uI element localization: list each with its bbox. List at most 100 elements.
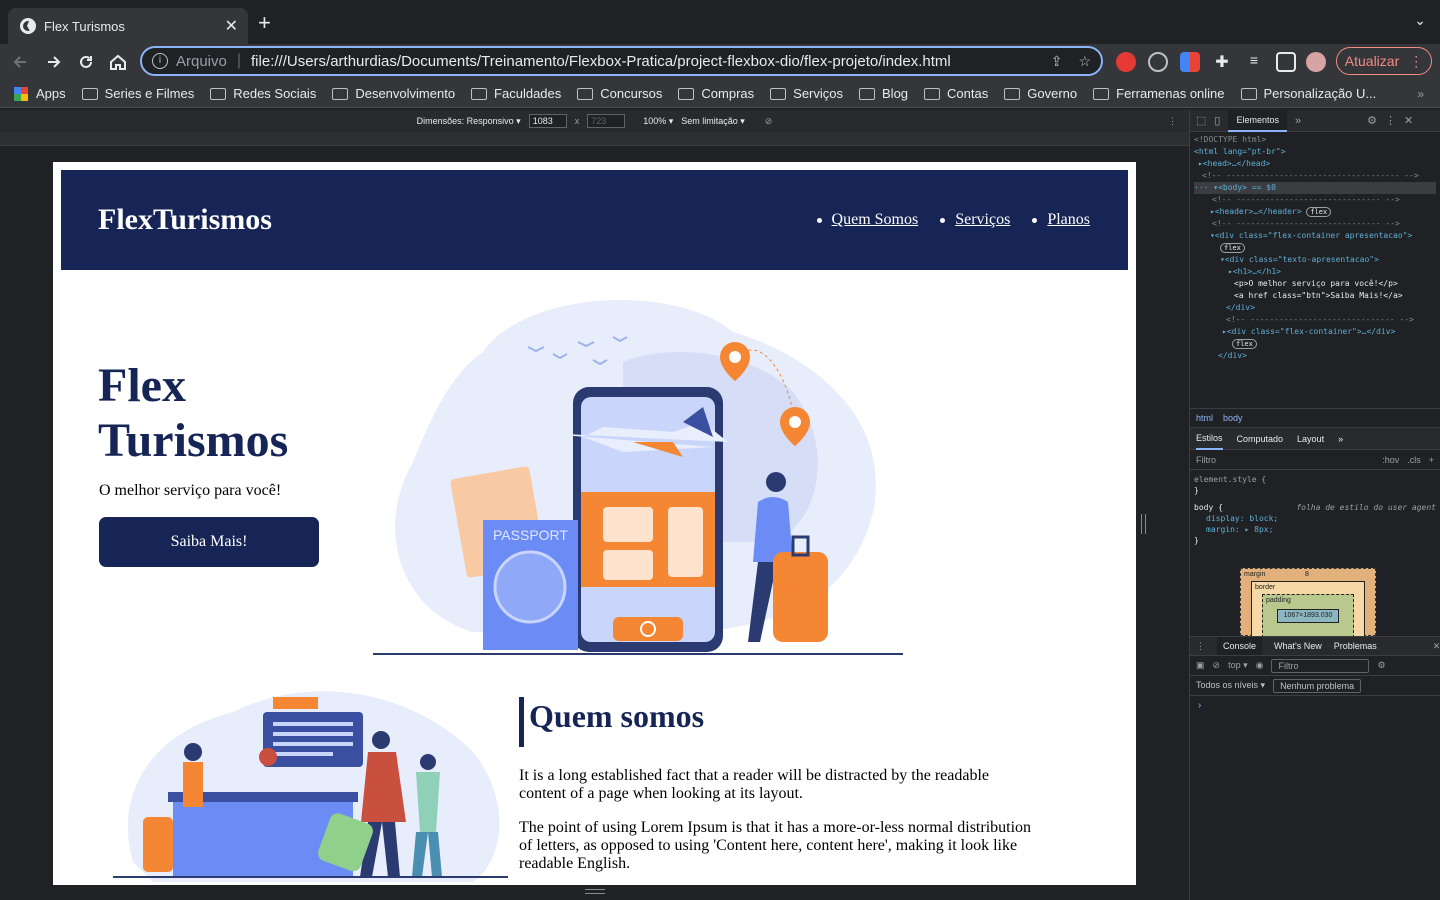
reading-list-icon[interactable]: ≡ <box>1244 52 1264 72</box>
issues-button[interactable]: Nenhum problema <box>1273 678 1362 693</box>
dom-node[interactable]: <!-- -----------------------------------… <box>1194 170 1436 182</box>
info-icon[interactable]: i <box>152 53 168 69</box>
nav-link-planos[interactable]: Planos <box>1047 211 1090 229</box>
site-logo[interactable]: FlexTurismos <box>98 203 272 237</box>
crumb-body[interactable]: body <box>1223 413 1243 423</box>
nav-link-servicos[interactable]: Serviços <box>955 211 1010 229</box>
dom-node[interactable]: </div> <box>1194 350 1436 362</box>
style-property[interactable]: display: block; <box>1194 513 1436 524</box>
bookmark-folder[interactable]: Compras <box>678 86 754 101</box>
url-text[interactable]: file:///Users/arthurdias/Documents/Trein… <box>251 53 1035 70</box>
bookmark-folder[interactable]: Ferramenas online <box>1093 86 1225 101</box>
avatar[interactable] <box>1306 52 1326 72</box>
console-filter-input[interactable]: Filtro <box>1271 658 1370 673</box>
extension-gear-icon[interactable] <box>1148 52 1168 72</box>
media-query-ruler[interactable] <box>0 132 1189 146</box>
box-border[interactable]: border padding 1067×1893.030 <box>1251 581 1365 638</box>
zoom-select[interactable]: 100% ▾ <box>643 116 673 127</box>
viewport-resize-handle-right[interactable] <box>1141 514 1146 534</box>
crumb-html[interactable]: html <box>1196 413 1213 423</box>
inspect-icon[interactable]: ⬚ <box>1196 114 1206 127</box>
console-prompt[interactable]: › <box>1198 700 1201 711</box>
dom-node[interactable]: ▸<h1>…</h1> <box>1194 266 1436 278</box>
eye-icon[interactable]: ◉ <box>1256 660 1264 671</box>
bookmark-folder[interactable]: Faculdades <box>471 86 561 101</box>
viewport-resize-handle-bottom[interactable] <box>585 889 605 894</box>
bookmark-folder[interactable]: Governo <box>1004 86 1077 101</box>
more-tabs-icon[interactable]: » <box>1338 434 1343 444</box>
throttle-select[interactable]: Sem limitação ▾ <box>681 116 745 127</box>
close-icon[interactable]: ✕ <box>1433 641 1440 652</box>
dom-node-selected[interactable]: ··· ▾<body> == $0 <box>1194 182 1436 194</box>
device-toggle-icon[interactable]: ▯ <box>1214 114 1220 127</box>
dom-node[interactable]: ▾<div class="flex-container apresentacao… <box>1194 230 1436 242</box>
rotate-icon[interactable]: ⊘ <box>765 116 773 127</box>
reload-icon[interactable] <box>74 50 98 74</box>
hov-toggle[interactable]: :hov <box>1382 455 1399 465</box>
bookmark-folder[interactable]: Serviços <box>770 86 843 101</box>
flex-badge[interactable]: flex <box>1306 207 1332 217</box>
box-margin[interactable]: margin 8 border padding 1067×1893.030 <box>1240 568 1376 638</box>
bookmark-folder[interactable]: Redes Sociais <box>210 86 316 101</box>
bookmark-folder[interactable]: Desenvolvimento <box>332 86 455 101</box>
element-style-rule[interactable]: element.style { <box>1194 474 1436 485</box>
gear-icon[interactable]: ⚙ <box>1367 114 1377 127</box>
forward-icon[interactable] <box>42 50 66 74</box>
update-button[interactable]: Atualizar ⋮ <box>1336 47 1432 75</box>
new-tab-icon[interactable]: + <box>258 10 271 36</box>
context-select[interactable]: top ▾ <box>1228 660 1248 671</box>
dom-node[interactable]: ▾<div class="texto-apresentacao"> <box>1194 254 1436 266</box>
dom-node[interactable]: ▸<head>…</head> <box>1194 158 1436 170</box>
bookmark-folder[interactable]: Contas <box>924 86 988 101</box>
tab-computed[interactable]: Computado <box>1237 434 1284 444</box>
box-padding[interactable]: padding 1067×1893.030 <box>1262 594 1354 638</box>
dimensions-select[interactable]: Dimensões: Responsivo ▾ <box>417 116 521 127</box>
flex-badge[interactable]: flex <box>1220 243 1245 253</box>
browser-tab[interactable]: Flex Turismos ✕ <box>8 8 248 44</box>
drawer-menu-icon[interactable]: ⋮ <box>1196 641 1205 652</box>
back-icon[interactable] <box>10 50 34 74</box>
dom-node[interactable]: <!-- ------------------------------ --> <box>1194 218 1436 230</box>
bookmark-folder[interactable]: Blog <box>859 86 908 101</box>
dom-node[interactable]: ▸<header>…</header> flex <box>1194 206 1436 218</box>
flex-badge[interactable]: flex <box>1232 339 1257 349</box>
saiba-mais-button[interactable]: Saiba Mais! <box>99 517 319 567</box>
dom-node[interactable]: ▸<div class="flex-container">…</div> <box>1194 326 1436 338</box>
dom-node[interactable]: <!DOCTYPE html> <box>1194 134 1436 146</box>
tab-elements[interactable]: Elementos <box>1228 109 1287 132</box>
bookmarks-overflow-icon[interactable]: » <box>1417 87 1424 101</box>
tab-search-icon[interactable]: ⌄ <box>1414 12 1426 29</box>
dom-node[interactable]: <p>O melhor serviço para você!</p> <box>1194 278 1436 290</box>
address-bar[interactable]: i Arquivo | file:///Users/arthurdias/Doc… <box>140 46 1103 76</box>
share-icon[interactable]: ⇪ <box>1051 53 1063 70</box>
nav-link-quem-somos[interactable]: Quem Somos <box>832 211 919 229</box>
bookmark-folder[interactable]: Personalização U... <box>1240 86 1376 101</box>
tab-problems[interactable]: Problemas <box>1334 641 1377 651</box>
adblock-icon[interactable] <box>1116 52 1136 72</box>
levels-select[interactable]: Todos os níveis ▾ <box>1196 680 1265 691</box>
gear-icon[interactable]: ⚙ <box>1377 660 1385 671</box>
more-tabs-icon[interactable]: » <box>1295 115 1301 127</box>
kebab-icon[interactable]: ⋮ <box>1385 114 1396 127</box>
close-tab-icon[interactable]: ✕ <box>225 16 238 36</box>
add-rule-icon[interactable]: + <box>1429 455 1434 465</box>
style-property[interactable]: margin: ▸ 8px; <box>1194 524 1436 535</box>
width-input[interactable]: 1083 <box>528 114 567 128</box>
height-input[interactable]: 723 <box>587 114 626 128</box>
bookmark-folder[interactable]: Concursos <box>577 86 662 101</box>
side-panel-icon[interactable] <box>1276 52 1296 72</box>
close-icon[interactable]: ✕ <box>1404 114 1413 127</box>
dom-node[interactable]: <!-- ------------------------------ --> <box>1194 194 1436 206</box>
bookmark-folder[interactable]: Series e Filmes <box>81 86 194 101</box>
star-icon[interactable]: ☆ <box>1078 53 1091 70</box>
styles-filter-input[interactable]: Filtro <box>1196 455 1374 465</box>
dom-node[interactable]: </div> <box>1194 302 1436 314</box>
kebab-icon[interactable]: ⋮ <box>1168 116 1177 127</box>
cls-toggle[interactable]: .cls <box>1407 455 1421 465</box>
bookmark-apps[interactable]: Apps <box>14 86 66 101</box>
tab-layout[interactable]: Layout <box>1297 434 1324 444</box>
tab-styles[interactable]: Estilos <box>1196 428 1223 450</box>
sidebar-toggle-icon[interactable]: ▣ <box>1196 660 1205 671</box>
body-selector[interactable]: body { <box>1194 502 1223 513</box>
dom-node[interactable]: <a href class="btn">Saiba Mais!</a> <box>1194 290 1436 302</box>
